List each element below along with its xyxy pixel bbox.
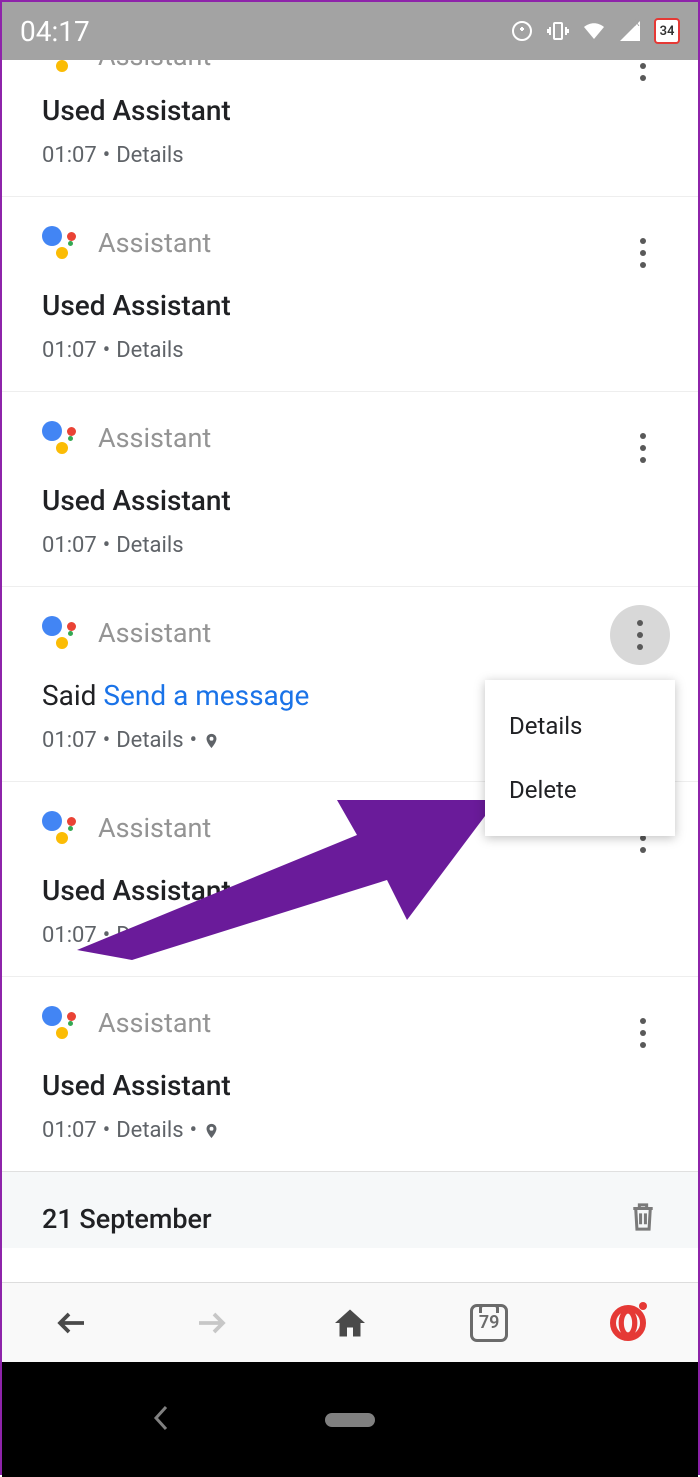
svg-text:X: X [634, 19, 640, 29]
system-nav-bar [2, 1362, 698, 1477]
home-button[interactable] [325, 1298, 375, 1348]
assistant-logo-icon [42, 225, 78, 261]
activity-details-link[interactable]: Details [116, 1118, 183, 1143]
activity-title: Used Assistant [42, 874, 658, 907]
assistant-app-label: Assistant [98, 227, 211, 259]
activity-details-link[interactable]: Details [116, 923, 183, 948]
activity-details-link[interactable]: Details [116, 143, 183, 168]
more-options-button[interactable] [628, 428, 658, 468]
activity-time: 01:07 [42, 338, 97, 363]
said-link[interactable]: Send a message [103, 679, 309, 712]
activity-meta: 01:07 • Details [42, 143, 658, 168]
vibrate-icon [546, 19, 570, 43]
more-options-button-active[interactable] [610, 605, 670, 665]
said-prefix: Said [42, 679, 103, 712]
more-options-button[interactable] [628, 1013, 658, 1053]
forward-button[interactable] [186, 1298, 236, 1348]
status-time: 04:17 [20, 15, 90, 48]
system-back-button[interactable] [152, 1403, 172, 1437]
status-icons: X 34 [510, 18, 680, 44]
activity-item[interactable]: Assistant Used Assistant 01:07 • Details [2, 392, 698, 587]
activity-title: Used Assistant [42, 289, 658, 322]
assistant-app-label: Assistant [98, 1007, 211, 1039]
browser-bottom-bar: 79 [2, 1282, 698, 1362]
activity-item[interactable]: Assistant Used Assistant 01:07 • Details [2, 197, 698, 392]
activity-time: 01:07 [42, 143, 97, 168]
activity-time: 01:07 [42, 728, 97, 753]
activity-time: 01:07 [42, 923, 97, 948]
assistant-logo-icon [42, 420, 78, 456]
activity-time: 01:07 [42, 1118, 97, 1143]
assistant-app-label: Assistant [98, 812, 211, 844]
more-options-button[interactable] [628, 233, 658, 273]
tabs-count: 79 [470, 1304, 508, 1342]
context-menu: Details Delete [485, 680, 675, 836]
activity-time: 01:07 [42, 533, 97, 558]
status-bar: 04:17 X 34 [2, 2, 698, 60]
date-label: 21 September [42, 1203, 212, 1235]
activity-meta: 01:07 • Details [42, 923, 658, 948]
date-section: 21 September [2, 1171, 698, 1248]
activity-meta: 01:07 • Details • [42, 1118, 658, 1143]
back-button[interactable] [47, 1298, 97, 1348]
notification-dot-icon [639, 1302, 647, 1310]
activity-title: Used Assistant [42, 484, 658, 517]
battery-icon: 34 [654, 18, 680, 44]
menu-item-details[interactable]: Details [485, 694, 675, 758]
activity-title: Used Assistant [42, 1069, 658, 1102]
assistant-logo-icon [42, 1005, 78, 1041]
activity-details-link[interactable]: Details [116, 728, 183, 753]
delete-day-button[interactable] [628, 1200, 658, 1238]
system-home-pill[interactable] [325, 1413, 375, 1427]
more-options-button[interactable] [628, 60, 658, 86]
clock-plus-icon [510, 19, 534, 43]
tabs-button[interactable]: 79 [464, 1298, 514, 1348]
activity-list: Assistant Used Assistant 01:07 • Details… [2, 60, 698, 1282]
activity-item[interactable]: Assistant Used Assistant 01:07 • Details [2, 60, 698, 197]
assistant-app-label: Assistant [98, 617, 211, 649]
activity-details-link[interactable]: Details [116, 533, 183, 558]
activity-details-link[interactable]: Details [116, 338, 183, 363]
assistant-logo-icon [42, 60, 78, 74]
assistant-logo-icon [42, 615, 78, 651]
activity-meta: 01:07 • Details [42, 533, 658, 558]
activity-meta: 01:07 • Details [42, 338, 658, 363]
location-pin-icon [203, 730, 220, 752]
activity-title: Used Assistant [42, 94, 658, 127]
location-pin-icon [203, 1120, 220, 1142]
signal-icon: X [618, 19, 642, 43]
wifi-icon [582, 19, 606, 43]
menu-item-delete[interactable]: Delete [485, 758, 675, 822]
opera-menu-button[interactable] [603, 1298, 653, 1348]
assistant-logo-icon [42, 810, 78, 846]
activity-item[interactable]: Assistant Used Assistant 01:07 • Details… [2, 977, 698, 1171]
assistant-app-label: Assistant [98, 422, 211, 454]
assistant-app-label: Assistant [98, 60, 211, 72]
